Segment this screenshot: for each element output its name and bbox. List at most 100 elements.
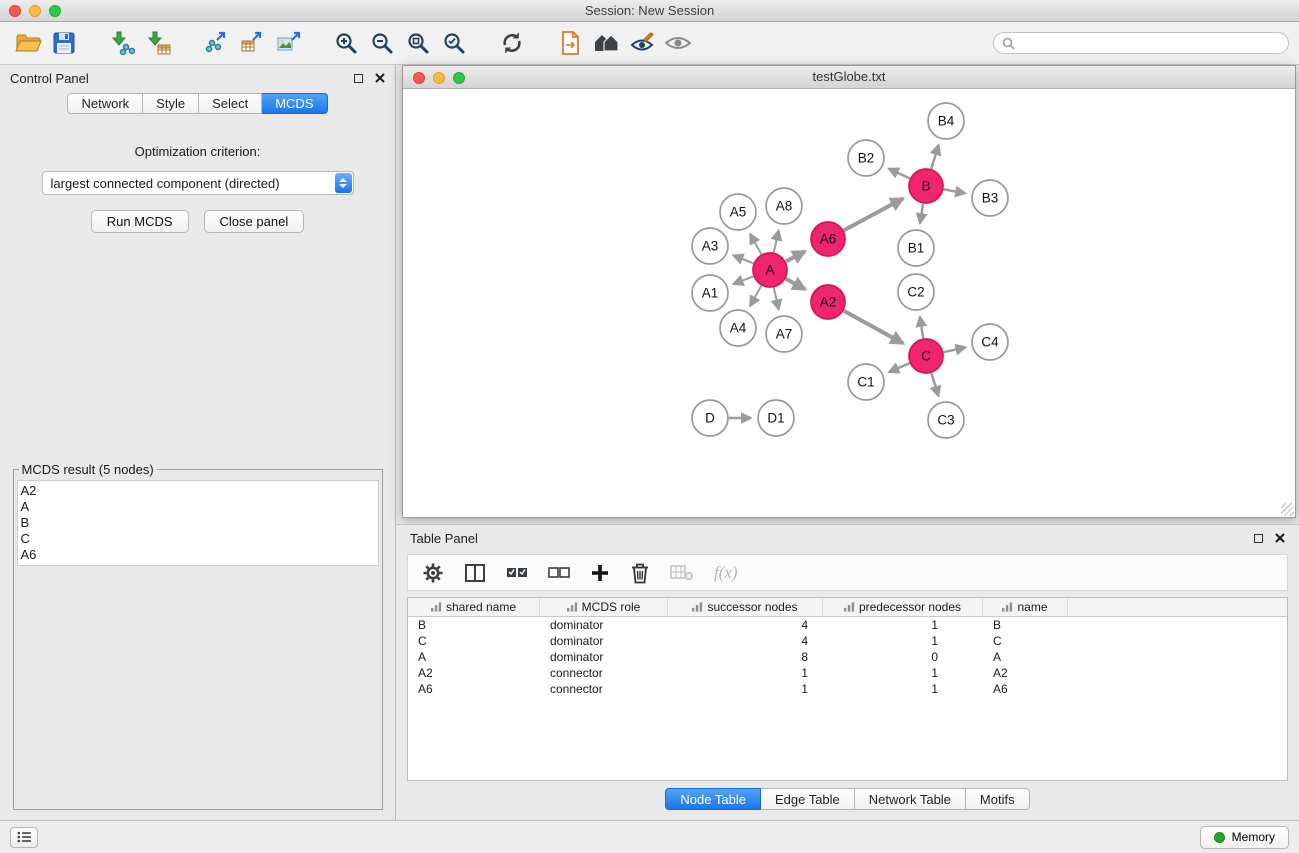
cp-tab-mcds[interactable]: MCDS [262, 93, 327, 114]
panel-selector-button[interactable] [10, 827, 38, 848]
search-input[interactable] [1019, 36, 1280, 50]
edge-C-C1[interactable] [889, 363, 910, 372]
export-table-button[interactable] [234, 27, 270, 59]
zoom-in-button[interactable] [328, 27, 364, 59]
table-row[interactable]: Bdominator41B [408, 617, 1287, 633]
import-network-button[interactable] [104, 27, 140, 59]
edge-A-A8[interactable] [774, 230, 779, 252]
node-A7[interactable]: A7 [766, 316, 802, 352]
delete-column-button[interactable] [630, 562, 650, 584]
close-network-window-button[interactable] [413, 72, 425, 84]
table-settings-button[interactable] [422, 562, 444, 584]
network-document-button[interactable] [552, 27, 588, 59]
memory-button[interactable]: Memory [1200, 826, 1289, 849]
cp-tab-style[interactable]: Style [143, 93, 199, 114]
network-graph[interactable]: B4B2BB3A5A8A6A3B1AA1C2A2A4A7C4CC1C3DD1 [403, 89, 1295, 517]
tbl-tab-node-table[interactable]: Node Table [665, 788, 761, 810]
edge-B-B2[interactable] [889, 169, 910, 179]
column-header-successor-nodes[interactable]: successor nodes [668, 598, 823, 617]
cp-tab-select[interactable]: Select [199, 93, 262, 114]
search-box[interactable] [993, 32, 1289, 54]
close-table-panel-icon[interactable] [1275, 533, 1285, 543]
column-header-MCDS-role[interactable]: MCDS role [540, 598, 668, 617]
node-C2[interactable]: C2 [898, 274, 934, 310]
zoom-selected-button[interactable] [436, 27, 472, 59]
mcds-result-item[interactable]: A [21, 499, 375, 515]
edge-A-A4[interactable] [750, 286, 761, 306]
tbl-tab-network-table[interactable]: Network Table [855, 788, 966, 810]
mcds-result-item[interactable]: A6 [21, 547, 375, 563]
edge-A-A3[interactable] [733, 255, 753, 263]
select-all-columns-button[interactable] [506, 565, 528, 580]
toggle-details-button[interactable] [624, 27, 660, 59]
table-row[interactable]: A6connector11A6 [408, 681, 1287, 697]
import-table-button[interactable] [140, 27, 176, 59]
function-builder-button[interactable]: f(x) [714, 563, 738, 583]
node-A5[interactable]: A5 [720, 194, 756, 230]
unselect-all-columns-button[interactable] [548, 565, 570, 580]
delete-table-button[interactable] [670, 564, 694, 582]
column-header-predecessor-nodes[interactable]: predecessor nodes [823, 598, 983, 617]
edge-A-A5[interactable] [750, 234, 761, 254]
mcds-result-item[interactable]: A2 [21, 483, 375, 499]
edge-C-C4[interactable] [944, 347, 966, 352]
node-A4[interactable]: A4 [720, 310, 756, 346]
show-columns-button[interactable] [464, 562, 486, 584]
create-column-button[interactable] [590, 563, 610, 583]
home-button[interactable] [588, 27, 624, 59]
node-B1[interactable]: B1 [898, 230, 934, 266]
mcds-result-item[interactable]: B [21, 515, 375, 531]
node-B3[interactable]: B3 [972, 180, 1008, 216]
zoom-network-window-button[interactable] [453, 72, 465, 84]
eye-button[interactable] [660, 27, 696, 59]
node-C[interactable]: C [909, 339, 943, 373]
zoom-window-button[interactable] [49, 5, 61, 17]
tbl-tab-edge-table[interactable]: Edge Table [761, 788, 855, 810]
float-control-panel-icon[interactable] [354, 74, 363, 83]
tbl-tab-motifs[interactable]: Motifs [966, 788, 1030, 810]
close-window-button[interactable] [9, 5, 21, 17]
node-A6[interactable]: A6 [811, 222, 845, 256]
minimize-network-window-button[interactable] [433, 72, 445, 84]
run-mcds-button[interactable]: Run MCDS [91, 210, 189, 233]
node-A2[interactable]: A2 [811, 285, 845, 319]
node-A3[interactable]: A3 [692, 228, 728, 264]
resize-grip[interactable] [1281, 503, 1294, 516]
export-network-button[interactable] [198, 27, 234, 59]
table-row[interactable]: Adominator80A [408, 649, 1287, 665]
edge-A-A1[interactable] [733, 276, 753, 284]
apply-layout-button[interactable] [494, 27, 530, 59]
edge-A-A6[interactable] [786, 251, 805, 261]
node-A1[interactable]: A1 [692, 275, 728, 311]
node-C3[interactable]: C3 [928, 402, 964, 438]
cp-tab-network[interactable]: Network [67, 93, 143, 114]
node-D1[interactable]: D1 [758, 400, 794, 436]
minimize-window-button[interactable] [29, 5, 41, 17]
edge-C-C2[interactable] [920, 317, 923, 339]
zoom-out-button[interactable] [364, 27, 400, 59]
table-row[interactable]: Cdominator41C [408, 633, 1287, 649]
node-C4[interactable]: C4 [972, 324, 1008, 360]
edge-B-B3[interactable] [944, 189, 966, 193]
node-B2[interactable]: B2 [848, 140, 884, 176]
export-image-button[interactable] [270, 27, 306, 59]
edge-B-B4[interactable] [931, 145, 938, 169]
save-session-button[interactable] [46, 27, 82, 59]
close-panel-button[interactable]: Close panel [204, 210, 305, 233]
zoom-fit-button[interactable] [400, 27, 436, 59]
edge-A2-C[interactable] [844, 311, 903, 344]
edge-A-A2[interactable] [786, 279, 805, 290]
node-table-container[interactable]: shared nameMCDS rolesuccessor nodesprede… [407, 597, 1288, 781]
edge-A-A7[interactable] [774, 288, 779, 310]
edge-C-C3[interactable] [931, 373, 938, 396]
node-B4[interactable]: B4 [928, 103, 964, 139]
table-row[interactable]: A2connector11A2 [408, 665, 1287, 681]
node-C1[interactable]: C1 [848, 364, 884, 400]
open-session-button[interactable] [10, 27, 46, 59]
optimization-criterion-select[interactable]: largest connected component (directed) [42, 171, 354, 195]
column-header-shared-name[interactable]: shared name [408, 598, 540, 617]
close-control-panel-icon[interactable] [375, 73, 385, 83]
mcds-result-item[interactable]: C [21, 531, 375, 547]
edge-B-B1[interactable] [920, 204, 923, 224]
edge-A6-B[interactable] [844, 198, 903, 230]
